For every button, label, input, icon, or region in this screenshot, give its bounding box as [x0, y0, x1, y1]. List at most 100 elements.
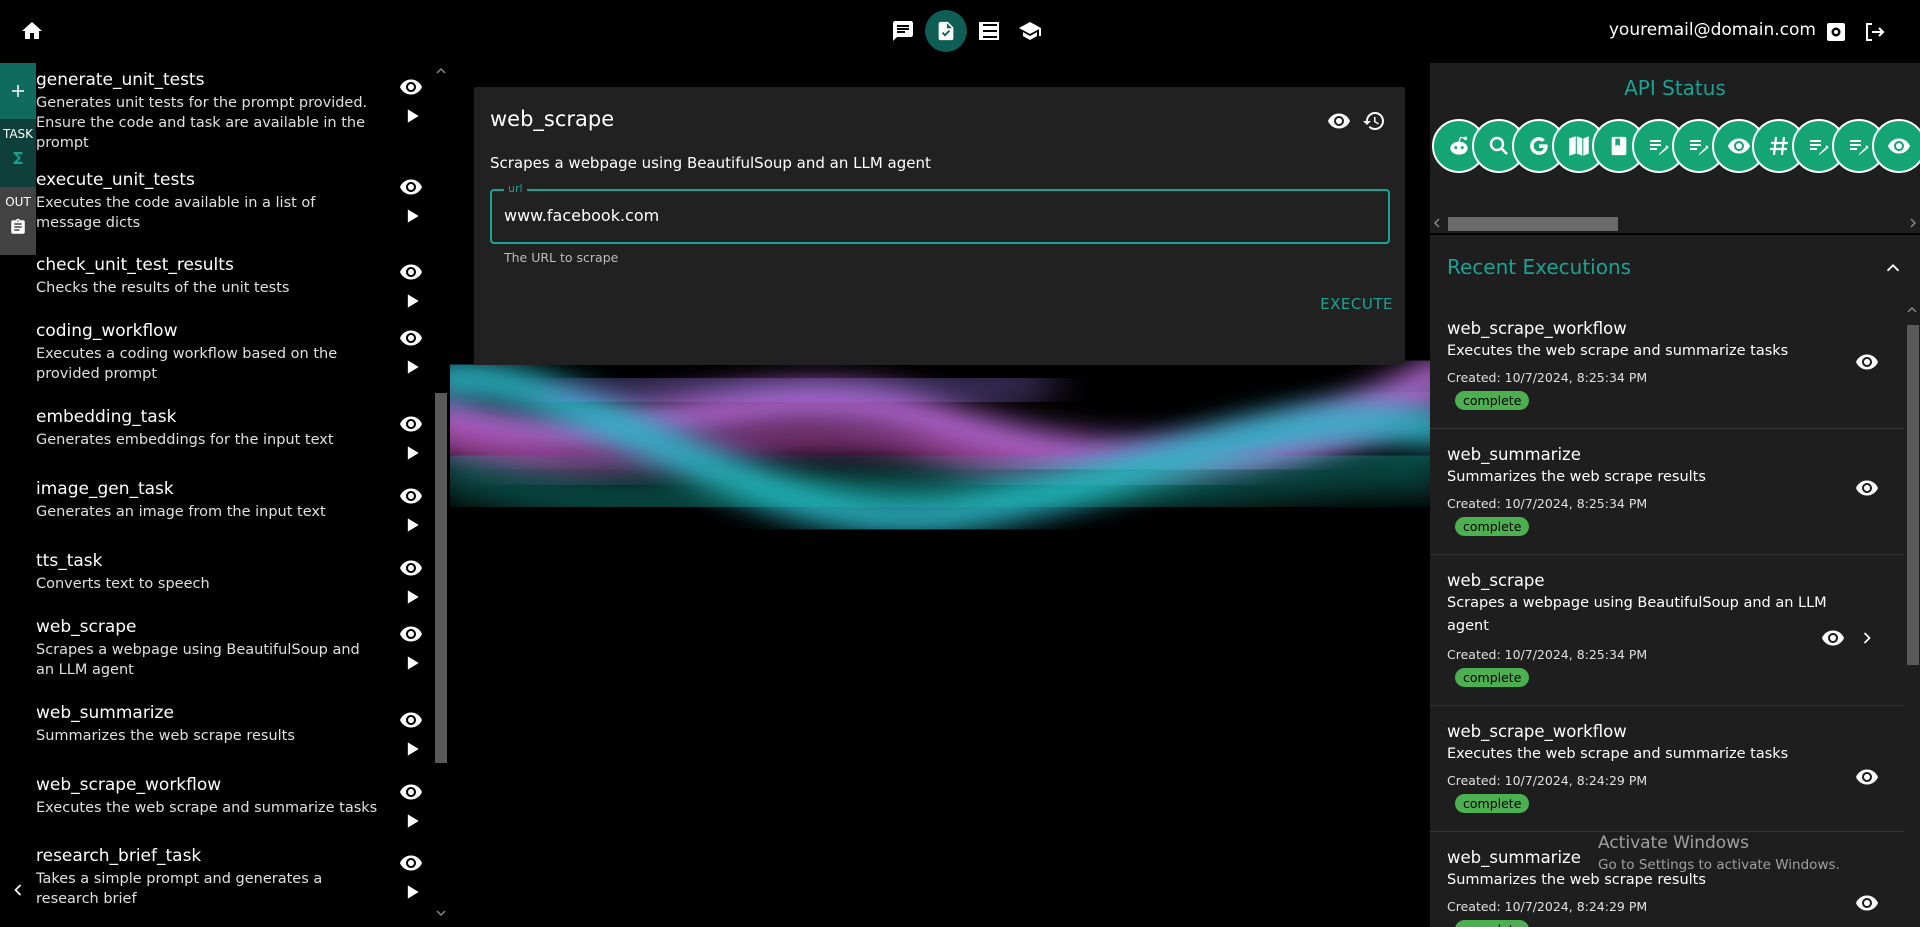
logout-icon[interactable]	[1862, 20, 1886, 44]
task-list-item[interactable]: execute_unit_tests Executes the code avai…	[36, 169, 436, 233]
execution-name: web_summarize	[1447, 848, 1581, 867]
task-list-item[interactable]: tts_task Converts text to speech	[36, 550, 436, 604]
recent-title: Recent Executions	[1447, 255, 1632, 279]
status-badge: complete	[1455, 391, 1530, 410]
execution-name: web_scrape	[1447, 571, 1545, 590]
execution-item[interactable]: web_summarize Summarizes the web scrape r…	[1430, 429, 1904, 555]
play-icon[interactable]	[402, 291, 422, 311]
top-bar: youremail@domain.com	[0, 0, 1920, 63]
play-icon[interactable]	[402, 811, 422, 831]
tab-out[interactable]: OUT	[0, 187, 36, 255]
execution-desc: Summarizes the web scrape results	[1447, 469, 1706, 485]
eye-icon[interactable]	[399, 556, 423, 580]
status-badge: complete	[1455, 920, 1530, 927]
tasks-icon[interactable]	[925, 10, 967, 52]
eye-icon[interactable]	[1855, 765, 1879, 789]
task-list-item[interactable]: check_unit_test_results Checks the result…	[36, 254, 436, 308]
play-icon[interactable]	[402, 587, 422, 607]
execution-item[interactable]: web_scrape Scrapes a webpage using Beauti…	[1430, 555, 1904, 706]
play-icon[interactable]	[402, 206, 422, 226]
school-icon[interactable]	[1011, 12, 1049, 50]
task-name: web_summarize	[36, 703, 174, 723]
play-icon[interactable]	[402, 739, 422, 759]
play-icon[interactable]	[402, 515, 422, 535]
execution-item[interactable]: web_scrape_workflow Executes the web scra…	[1430, 303, 1904, 429]
play-icon[interactable]	[402, 653, 422, 673]
sidebar-scrollbar[interactable]	[433, 63, 449, 923]
chevron-left-icon[interactable]	[8, 880, 28, 900]
execution-name: web_scrape_workflow	[1447, 319, 1627, 338]
play-icon[interactable]	[402, 106, 422, 126]
api-status-icons	[1432, 119, 1920, 175]
list-icon[interactable]	[970, 12, 1008, 50]
eye-icon[interactable]	[399, 175, 423, 199]
execution-name: web_summarize	[1447, 445, 1581, 464]
eye-icon[interactable]	[399, 851, 423, 875]
api-scrollbar[interactable]	[1430, 215, 1920, 231]
status-badge: complete	[1455, 668, 1530, 687]
play-icon[interactable]	[402, 443, 422, 463]
eye-icon[interactable]	[1872, 119, 1920, 173]
eye-icon[interactable]	[1855, 350, 1879, 374]
task-name: embedding_task	[36, 407, 177, 427]
eye-icon[interactable]	[399, 622, 423, 646]
chevron-up-icon[interactable]	[1882, 257, 1904, 279]
eye-icon[interactable]	[399, 260, 423, 284]
eye-icon[interactable]	[1855, 891, 1879, 915]
scroll-thumb[interactable]	[435, 393, 447, 763]
add-task-button[interactable]	[0, 63, 36, 119]
task-list-item[interactable]: generate_unit_tests Generates unit tests …	[36, 69, 436, 153]
execute-button[interactable]: EXECUTE	[1320, 295, 1393, 313]
eye-icon[interactable]	[1855, 476, 1879, 500]
task-list-item[interactable]: research_brief_task Takes a simple prompt…	[36, 845, 436, 909]
task-list-item[interactable]: embedding_task Generates embeddings for t…	[36, 406, 436, 460]
eye-icon[interactable]	[1327, 109, 1351, 133]
chat-icon[interactable]	[884, 12, 922, 50]
execution-created: Created: 10/7/2024, 8:25:34 PM	[1447, 647, 1648, 662]
url-helper-text: The URL to scrape	[504, 250, 619, 265]
task-list-item[interactable]: web_scrape_workflow Executes the web scra…	[36, 774, 436, 828]
task-list-item[interactable]: web_summarize Summarizes the web scrape r…	[36, 702, 436, 756]
task-list-item[interactable]: coding_workflow Executes a coding workflo…	[36, 320, 436, 384]
main-nav	[884, 10, 1049, 52]
eye-icon[interactable]	[399, 708, 423, 732]
left-tabs: TASK OUT	[0, 63, 36, 255]
eye-icon[interactable]	[399, 412, 423, 436]
eye-icon[interactable]	[399, 326, 423, 350]
execution-item[interactable]: web_scrape_workflow Executes the web scra…	[1430, 706, 1904, 832]
task-card: web_scrape Scrapes a webpage using Beaut…	[474, 87, 1405, 365]
eye-icon[interactable]	[399, 75, 423, 99]
history-icon[interactable]	[1362, 109, 1386, 133]
eye-icon[interactable]	[399, 780, 423, 804]
right-panel: API Status Recent Executions web_scrape_…	[1430, 63, 1920, 927]
recent-scroll-thumb[interactable]	[1907, 325, 1919, 665]
play-icon[interactable]	[402, 357, 422, 377]
task-desc: Generates an image from the input text	[36, 504, 326, 520]
recent-scrollbar[interactable]	[1904, 303, 1920, 927]
task-name: research_brief_task	[36, 846, 202, 866]
eye-icon[interactable]	[399, 484, 423, 508]
chevron-right-icon[interactable]	[1857, 628, 1877, 648]
settings-icon[interactable]	[1824, 20, 1848, 44]
task-desc: Takes a simple prompt and generates a re…	[36, 871, 323, 907]
plus-icon	[12, 85, 24, 97]
sigma-icon	[13, 152, 23, 164]
api-scroll-thumb[interactable]	[1448, 217, 1618, 231]
url-input[interactable]	[504, 206, 1364, 225]
task-name: generate_unit_tests	[36, 70, 205, 90]
task-list-item[interactable]: web_scrape Scrapes a webpage using Beauti…	[36, 616, 436, 680]
play-icon[interactable]	[402, 882, 422, 902]
home-icon[interactable]	[20, 19, 44, 43]
api-status-title: API Status	[1624, 76, 1726, 100]
execution-created: Created: 10/7/2024, 8:25:34 PM	[1447, 496, 1648, 511]
status-badge: complete	[1455, 517, 1530, 536]
task-title: web_scrape	[490, 107, 615, 131]
url-field: url	[490, 182, 1390, 244]
tab-task[interactable]: TASK	[0, 119, 36, 187]
task-list: generate_unit_tests Generates unit tests …	[36, 63, 436, 923]
task-desc: Generates embeddings for the input text	[36, 432, 334, 448]
task-list-item[interactable]: image_gen_task Generates an image from th…	[36, 478, 436, 532]
task-name: web_scrape_workflow	[36, 775, 222, 795]
execution-desc: Scrapes a webpage using BeautifulSoup an…	[1447, 595, 1827, 634]
eye-icon[interactable]	[1821, 626, 1845, 650]
